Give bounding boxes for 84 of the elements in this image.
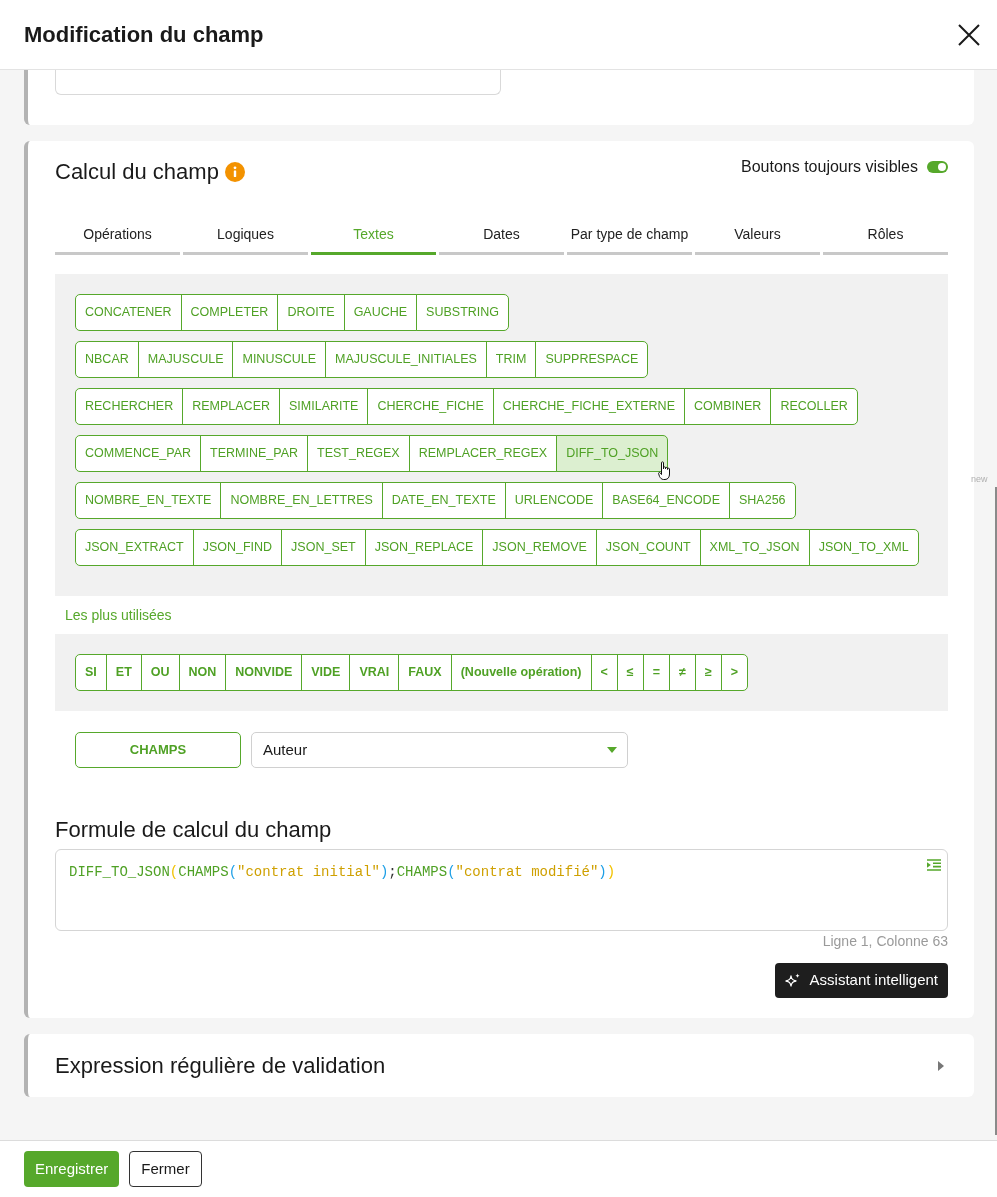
function-button[interactable]: TEST_REGEX xyxy=(307,435,410,472)
operator-button[interactable]: ET xyxy=(105,654,142,691)
operator-button[interactable]: NON xyxy=(178,654,227,691)
close-icon[interactable] xyxy=(958,23,980,46)
operator-button[interactable]: FAUX xyxy=(398,654,452,691)
function-button[interactable]: DATE_EN_TEXTE xyxy=(381,482,506,519)
function-button[interactable]: RECHERCHER xyxy=(75,388,184,425)
formula-text: DIFF_TO_JSON(CHAMPS("contrat initial");CHAMPS("contrat modifié")) xyxy=(69,864,616,880)
function-button[interactable]: MINUSCULE xyxy=(232,341,327,378)
caret-right-icon[interactable] xyxy=(938,1060,944,1071)
function-button[interactable]: CHERCHE_FICHE xyxy=(367,388,494,425)
sparkle-icon xyxy=(784,972,801,989)
function-button[interactable]: TRIM xyxy=(485,341,537,378)
function-button[interactable]: CONCATENER xyxy=(75,294,182,331)
function-button[interactable]: NOMBRE_EN_TEXTE xyxy=(75,482,222,519)
cursor-position: Ligne 1, Colonne 63 xyxy=(822,932,948,950)
save-button[interactable]: Enregistrer xyxy=(24,1151,120,1187)
function-button[interactable]: JSON_FIND xyxy=(192,529,283,566)
function-button[interactable]: SUPPRESPACE xyxy=(535,341,649,378)
function-button[interactable]: DIFF_TO_JSON xyxy=(556,435,669,472)
function-button[interactable]: DROITE xyxy=(277,294,345,331)
function-button[interactable]: JSON_REPLACE xyxy=(364,529,484,566)
function-button[interactable]: JSON_TO_XML xyxy=(808,529,919,566)
operator-button[interactable]: ≤ xyxy=(616,654,644,691)
section-label: Les plus utilisées xyxy=(65,606,172,624)
section-title[interactable]: Expression régulière de validation xyxy=(55,1051,386,1080)
function-button[interactable]: URLENCODE xyxy=(504,482,604,519)
operator-button[interactable]: (Nouvelle opération) xyxy=(450,654,592,691)
operator-button[interactable]: OU xyxy=(140,654,180,691)
caret-down-icon xyxy=(607,747,617,753)
function-button[interactable]: CHERCHE_FICHE_EXTERNE xyxy=(492,388,685,425)
function-button[interactable]: SHA256 xyxy=(729,482,796,519)
function-button[interactable]: JSON_SET xyxy=(281,529,366,566)
function-button[interactable]: MAJUSCULE xyxy=(137,341,234,378)
scrollbar-thumb[interactable] xyxy=(995,487,997,1135)
function-button[interactable]: MAJUSCULE_INITIALES xyxy=(325,341,487,378)
function-button[interactable]: NBCAR xyxy=(75,341,139,378)
function-button[interactable]: XML_TO_JSON xyxy=(699,529,810,566)
info-icon[interactable] xyxy=(224,162,245,182)
operator-button[interactable]: < xyxy=(590,654,618,691)
operator-button[interactable]: VRAI xyxy=(349,654,400,691)
tab[interactable]: Valeurs xyxy=(695,221,820,255)
function-button[interactable]: NOMBRE_EN_LETTRES xyxy=(220,482,383,519)
formula-editor[interactable]: DIFF_TO_JSON(CHAMPS("contrat initial");CHAMPS("contrat modifié")) xyxy=(55,849,948,931)
function-button[interactable]: SIMILARITE xyxy=(279,388,369,425)
function-button[interactable]: COMPLETER xyxy=(180,294,279,331)
dialog-title: Modification du champ xyxy=(24,20,264,49)
indent-icon[interactable] xyxy=(927,859,941,871)
tab[interactable]: Logiques xyxy=(183,221,308,255)
close-button[interactable]: Fermer xyxy=(129,1151,202,1187)
toggle-label: Boutons toujours visibles xyxy=(741,157,918,177)
function-button[interactable]: BASE64_ENCODE xyxy=(602,482,730,519)
fields-button[interactable]: CHAMPS xyxy=(75,732,241,768)
section-title: Calcul du champ xyxy=(55,158,219,186)
tab[interactable]: Opérations xyxy=(55,221,180,255)
operator-button[interactable]: > xyxy=(720,654,749,691)
function-button[interactable]: SUBSTRING xyxy=(416,294,510,331)
tab[interactable]: Rôles xyxy=(823,221,948,255)
operator-button[interactable]: ≥ xyxy=(694,654,722,691)
operator-button[interactable]: VIDE xyxy=(301,654,351,691)
tab[interactable]: Dates xyxy=(439,221,564,255)
operator-button[interactable]: SI xyxy=(75,654,107,691)
function-button[interactable]: TERMINE_PAR xyxy=(200,435,308,472)
input-field[interactable] xyxy=(55,70,501,95)
assistant-button[interactable]: Assistant intelligent xyxy=(774,963,948,998)
function-button[interactable]: GAUCHE xyxy=(343,294,418,331)
function-button[interactable]: REMPLACER xyxy=(182,388,280,425)
function-button[interactable]: JSON_EXTRACT xyxy=(75,529,194,566)
function-button[interactable]: REMPLACER_REGEX xyxy=(408,435,558,472)
tab[interactable]: Par type de champ xyxy=(567,221,692,255)
operator-button[interactable]: NONVIDE xyxy=(225,654,303,691)
section-title: Formule de calcul du champ xyxy=(55,816,332,844)
function-button[interactable]: RECOLLER xyxy=(770,388,858,425)
operator-button[interactable]: ≠ xyxy=(669,654,696,691)
hand-cursor-icon xyxy=(658,461,673,481)
function-button[interactable]: JSON_COUNT xyxy=(595,529,701,566)
function-button[interactable]: COMBINER xyxy=(684,388,772,425)
new-label: new xyxy=(971,473,988,485)
toggle-switch[interactable] xyxy=(927,161,948,173)
tab[interactable]: Textes xyxy=(311,221,436,255)
field-select[interactable]: Auteur xyxy=(251,732,628,768)
function-button[interactable]: COMMENCE_PAR xyxy=(75,435,202,472)
operator-button[interactable]: = xyxy=(642,654,671,691)
function-button[interactable]: JSON_REMOVE xyxy=(482,529,597,566)
